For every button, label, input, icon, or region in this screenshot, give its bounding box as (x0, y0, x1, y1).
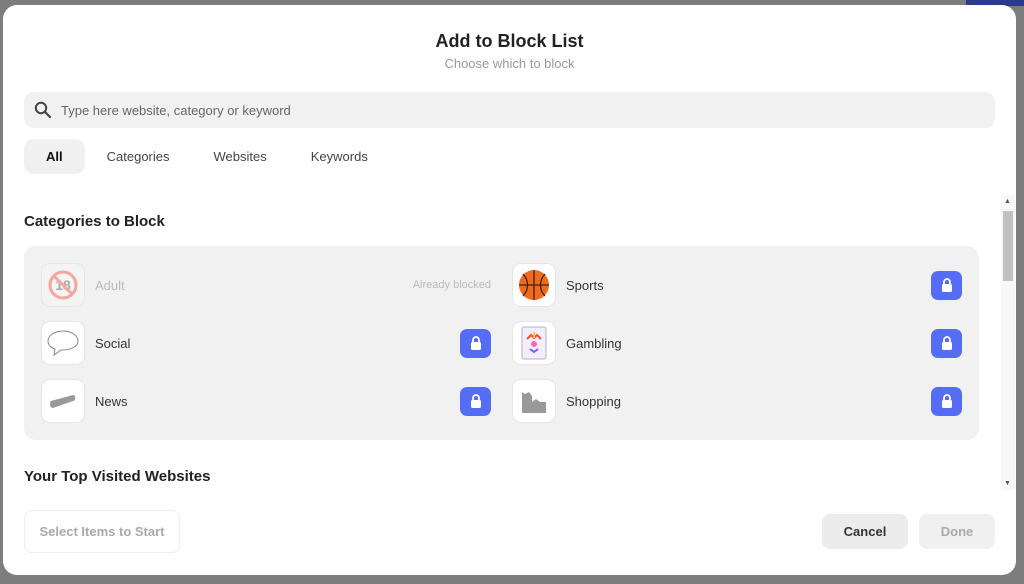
block-shopping-button[interactable] (931, 386, 962, 416)
categories-heading: Categories to Block (24, 213, 165, 230)
category-label: Gambling (566, 335, 622, 351)
tab-keywords[interactable]: Keywords (289, 139, 390, 174)
category-label: Sports (566, 277, 604, 293)
basketball-icon (512, 263, 556, 307)
category-social[interactable]: Social (41, 321, 491, 365)
select-items-to-start-button[interactable]: Select Items to Start (24, 510, 180, 553)
top-visited-heading: Your Top Visited Websites (24, 468, 211, 485)
already-blocked-status: Already blocked (412, 279, 491, 291)
no-18-icon: 18 (41, 263, 85, 307)
category-news[interactable]: News (41, 379, 491, 423)
lock-icon (470, 394, 481, 408)
block-social-button[interactable] (460, 328, 491, 358)
done-button[interactable]: Done (919, 514, 995, 549)
scroll-content: Categories to Block 18 Adult Already blo… (3, 195, 1001, 490)
dialog-subtitle: Choose which to block (444, 56, 575, 71)
tab-all[interactable]: All (24, 139, 85, 174)
scroll-up-arrow-icon[interactable]: ▲ (1004, 198, 1011, 205)
block-sports-button[interactable] (931, 270, 962, 300)
megaphone-icon (41, 379, 85, 423)
category-shopping[interactable]: Shopping (512, 379, 962, 423)
category-sports[interactable]: Sports (512, 263, 962, 307)
block-gambling-button[interactable] (931, 328, 962, 358)
lock-icon (941, 278, 952, 292)
joker-card-icon (512, 321, 556, 365)
category-adult: 18 Adult Already blocked (41, 263, 491, 307)
shopping-bags-icon (512, 379, 556, 423)
search-icon (34, 101, 52, 119)
filter-tabs: All Categories Websites Keywords (24, 139, 390, 174)
lock-icon (941, 394, 952, 408)
block-news-button[interactable] (460, 386, 491, 416)
category-label: Social (95, 335, 131, 351)
scrollbar[interactable]: ▲ ▼ (1001, 195, 1015, 490)
category-label: News (95, 393, 128, 409)
cancel-button[interactable]: Cancel (822, 514, 908, 549)
scrollbar-thumb[interactable] (1003, 211, 1013, 281)
add-to-block-list-dialog: Add to Block List Choose which to block … (3, 5, 1016, 575)
scroll-down-arrow-icon[interactable]: ▼ (1004, 480, 1011, 487)
categories-panel: 18 Adult Already blocked Sports Social G… (24, 246, 979, 440)
lock-icon (470, 336, 481, 350)
lock-icon (941, 336, 952, 350)
category-label: Adult (95, 277, 125, 293)
tab-categories[interactable]: Categories (85, 139, 192, 174)
search-bar[interactable] (24, 92, 995, 128)
search-input[interactable] (61, 102, 961, 118)
category-gambling[interactable]: Gambling (512, 321, 962, 365)
speech-bubble-icon (41, 321, 85, 365)
category-label: Shopping (566, 393, 621, 409)
tab-websites[interactable]: Websites (192, 139, 289, 174)
dialog-title: Add to Block List (435, 31, 584, 51)
